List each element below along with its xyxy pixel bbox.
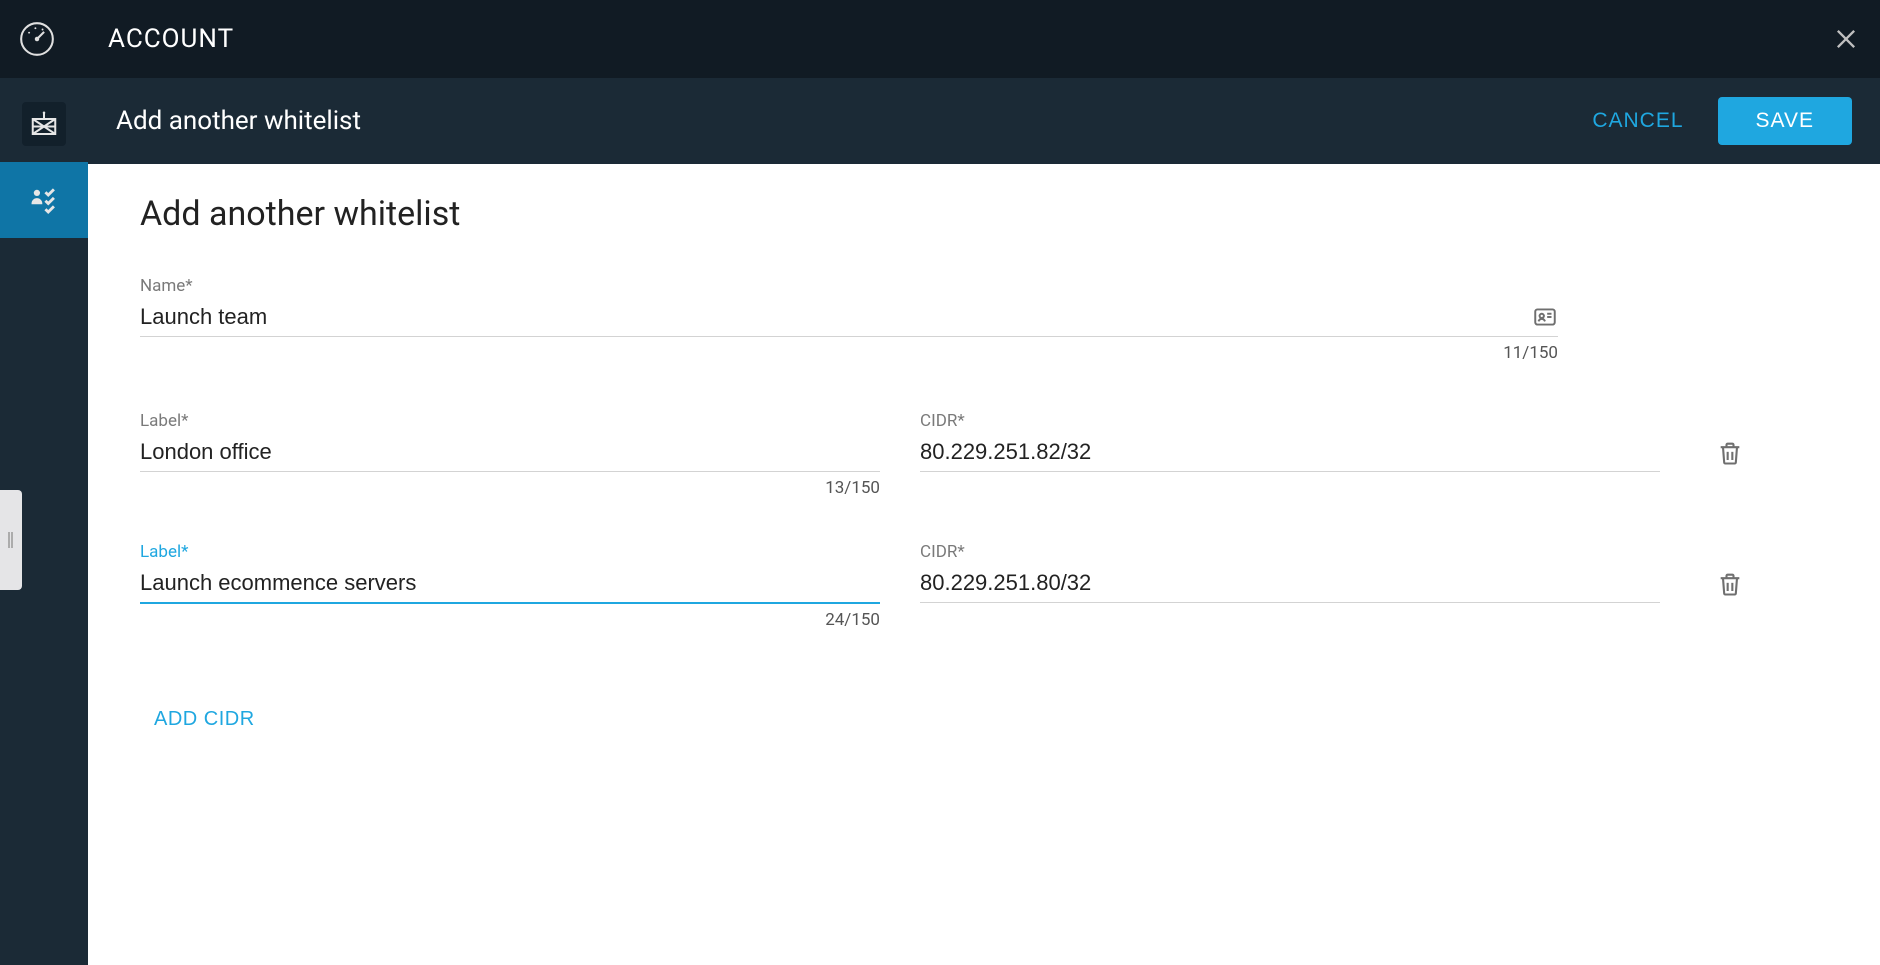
- row1-label-label: Label*: [140, 542, 880, 562]
- fabric-icon: [22, 102, 66, 146]
- row0-label-label: Label*: [140, 411, 880, 431]
- contact-card-icon: [1532, 304, 1558, 330]
- sidebar-item-fabric[interactable]: [0, 86, 88, 162]
- subheader: Add another whitelist CANCEL SAVE: [88, 78, 1880, 164]
- row1-label-counter: 24/150: [140, 610, 880, 630]
- row0-delete-button[interactable]: [1700, 411, 1760, 467]
- drawer-handle[interactable]: [0, 490, 22, 590]
- subheader-title: Add another whitelist: [116, 106, 361, 136]
- row0-label-input[interactable]: [140, 433, 880, 471]
- trash-icon: [1716, 439, 1744, 467]
- form-heading: Add another whitelist: [140, 194, 1828, 234]
- close-icon[interactable]: [1832, 25, 1860, 53]
- cancel-button[interactable]: CANCEL: [1592, 109, 1683, 133]
- cidr-row: Label* 24/150 CIDR*: [140, 542, 1828, 630]
- save-button[interactable]: SAVE: [1718, 97, 1852, 145]
- row1-cidr-label: CIDR*: [920, 542, 1660, 562]
- name-input[interactable]: [140, 298, 1520, 336]
- row0-cidr-input[interactable]: [920, 433, 1660, 471]
- user-checklist-icon: [22, 178, 66, 222]
- row1-cidr-input[interactable]: [920, 564, 1660, 602]
- row0-label-counter: 13/150: [140, 478, 880, 498]
- page-title: ACCOUNT: [108, 24, 234, 54]
- name-field: Name* 11/150: [140, 276, 1558, 363]
- name-label: Name*: [140, 276, 1558, 296]
- cidr-row: Label* 13/150 CIDR*: [140, 411, 1828, 498]
- trash-icon: [1716, 570, 1744, 598]
- add-cidr-button[interactable]: ADD CIDR: [140, 698, 269, 741]
- row1-label-input[interactable]: [140, 564, 880, 602]
- row0-cidr-label: CIDR*: [920, 411, 1660, 431]
- sidebar-item-whitelists[interactable]: [0, 162, 88, 238]
- gauge-icon: [12, 20, 62, 58]
- name-counter: 11/150: [140, 343, 1558, 363]
- topbar: ACCOUNT: [0, 0, 1880, 78]
- row1-delete-button[interactable]: [1700, 542, 1760, 598]
- form-content: Add another whitelist Name*: [88, 164, 1880, 965]
